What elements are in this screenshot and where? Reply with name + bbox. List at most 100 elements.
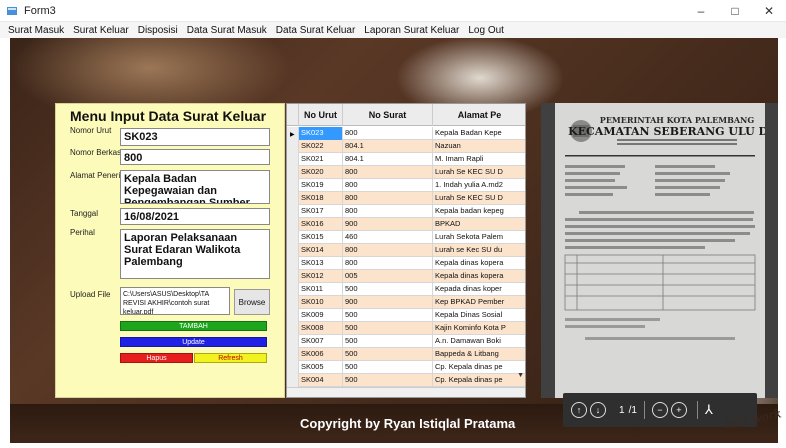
table-cell[interactable]: Lurah Se KEC SU D bbox=[433, 192, 525, 205]
table-row[interactable]: SK019 800 1. Indah yulia A.md2 bbox=[287, 179, 525, 192]
table-cell[interactable]: 800 bbox=[343, 257, 433, 270]
table-cell[interactable]: 800 bbox=[343, 127, 433, 140]
table-cell[interactable]: Lurah se Kec SU du bbox=[433, 244, 525, 257]
table-row[interactable]: SK018 800 Lurah Se KEC SU D bbox=[287, 192, 525, 205]
browse-button[interactable]: Browse bbox=[234, 289, 270, 315]
table-cell[interactable]: Kepala badan kepeg bbox=[433, 205, 525, 218]
table-cell[interactable]: 500 bbox=[343, 335, 433, 348]
table-cell[interactable]: Cp. Kepala dinas pe bbox=[433, 361, 525, 374]
row-header-cell[interactable] bbox=[287, 309, 299, 322]
table-cell[interactable]: 900 bbox=[343, 296, 433, 309]
table-cell[interactable]: Lurah Sekota Palem bbox=[433, 231, 525, 244]
row-header-cell[interactable] bbox=[287, 166, 299, 179]
table-row[interactable]: SK011 500 Kepada dinas koper bbox=[287, 283, 525, 296]
table-cell[interactable]: 500 bbox=[343, 361, 433, 374]
close-button[interactable]: ✕ bbox=[752, 0, 786, 22]
tambah-button[interactable]: TAMBAH bbox=[120, 321, 267, 331]
row-header-cell[interactable] bbox=[287, 361, 299, 374]
table-cell[interactable]: 500 bbox=[343, 283, 433, 296]
menu-disposisi[interactable]: Disposisi bbox=[138, 25, 178, 36]
table-cell[interactable]: 800 bbox=[343, 166, 433, 179]
row-header-cell[interactable] bbox=[287, 231, 299, 244]
column-header-no-surat[interactable]: No Surat bbox=[343, 104, 433, 126]
table-cell[interactable]: SK013 bbox=[299, 257, 343, 270]
row-header-cell[interactable] bbox=[287, 283, 299, 296]
table-row[interactable]: SK017 800 Kepala badan kepeg bbox=[287, 205, 525, 218]
table-cell[interactable]: 500 bbox=[343, 348, 433, 361]
table-cell[interactable]: Lurah Se KEC SU D bbox=[433, 166, 525, 179]
update-button[interactable]: Update bbox=[120, 337, 267, 347]
row-header-cell[interactable] bbox=[287, 322, 299, 335]
table-row[interactable]: SK010 900 Kep BPKAD Pember bbox=[287, 296, 525, 309]
table-row[interactable]: SK013 800 Kepala dinas kopera bbox=[287, 257, 525, 270]
row-header-cell[interactable] bbox=[287, 296, 299, 309]
table-row[interactable]: SK014 800 Lurah se Kec SU du bbox=[287, 244, 525, 257]
alamat-penerima-field[interactable]: Kepala Badan Kepegawaian dan Pengembanga… bbox=[120, 170, 270, 204]
table-cell[interactable]: SK009 bbox=[299, 309, 343, 322]
table-cell[interactable]: Cp. Kepala dinas pe bbox=[433, 374, 525, 387]
menu-surat-keluar[interactable]: Surat Keluar bbox=[73, 25, 129, 36]
menu-surat-masuk[interactable]: Surat Masuk bbox=[8, 25, 64, 36]
table-cell[interactable]: Kepala dinas kopera bbox=[433, 257, 525, 270]
table-cell[interactable]: SK015 bbox=[299, 231, 343, 244]
table-row[interactable]: SK007 500 A.n. Damawan Boki bbox=[287, 335, 525, 348]
page-up-icon[interactable]: ↑ bbox=[571, 402, 587, 418]
table-cell[interactable]: A.n. Damawan Boki bbox=[433, 335, 525, 348]
surat-keluar-table[interactable]: No Urut No Surat Alamat Pe ▶ SK023 800 Kepa… bbox=[286, 103, 526, 398]
column-header-alamat[interactable]: Alamat Pe bbox=[433, 104, 525, 126]
row-header-cell[interactable] bbox=[287, 257, 299, 270]
table-cell[interactable]: Kep BPKAD Pember bbox=[433, 296, 525, 309]
acrobat-sign-icon[interactable]: ⅄ bbox=[705, 402, 713, 418]
table-row[interactable]: SK006 500 Bappeda & Litbang bbox=[287, 348, 525, 361]
row-header-cell[interactable] bbox=[287, 374, 299, 387]
row-header-cell[interactable] bbox=[287, 218, 299, 231]
table-cell[interactable]: SK014 bbox=[299, 244, 343, 257]
table-cell[interactable]: SK019 bbox=[299, 179, 343, 192]
horizontal-scrollbar[interactable] bbox=[287, 387, 525, 397]
table-row[interactable]: SK004 500 Cp. Kepala dinas pe bbox=[287, 374, 525, 387]
table-cell[interactable]: SK022 bbox=[299, 140, 343, 153]
row-header-cell[interactable] bbox=[287, 244, 299, 257]
zoom-in-icon[interactable]: + bbox=[670, 402, 687, 418]
table-cell[interactable]: 800 bbox=[343, 179, 433, 192]
table-row[interactable]: SK005 500 Cp. Kepala dinas pe bbox=[287, 361, 525, 374]
table-cell[interactable]: SK010 bbox=[299, 296, 343, 309]
table-cell[interactable]: 500 bbox=[343, 374, 433, 387]
table-cell[interactable]: 800 bbox=[343, 244, 433, 257]
table-cell[interactable]: SK011 bbox=[299, 283, 343, 296]
table-cell[interactable]: SK020 bbox=[299, 166, 343, 179]
minimize-button[interactable]: – bbox=[684, 0, 718, 22]
table-cell[interactable]: Kepada dinas koper bbox=[433, 283, 525, 296]
menu-laporan-surat-keluar[interactable]: Laporan Surat Keluar bbox=[364, 25, 459, 36]
maximize-button[interactable]: □ bbox=[718, 0, 752, 22]
table-cell[interactable]: Bappeda & Litbang bbox=[433, 348, 525, 361]
table-cell[interactable]: Kepala dinas kopera bbox=[433, 270, 525, 283]
row-header-cell[interactable] bbox=[287, 348, 299, 361]
nomor-urut-field[interactable]: SK023 bbox=[120, 128, 270, 146]
row-header-cell[interactable]: ▶ bbox=[287, 127, 299, 140]
page-down-icon[interactable]: ↓ bbox=[590, 402, 606, 418]
row-header-cell[interactable] bbox=[287, 179, 299, 192]
page-current[interactable]: 1 bbox=[619, 405, 625, 416]
table-cell[interactable]: 460 bbox=[343, 231, 433, 244]
table-cell[interactable]: SK017 bbox=[299, 205, 343, 218]
table-cell[interactable]: BPKAD bbox=[433, 218, 525, 231]
table-cell[interactable]: 500 bbox=[343, 309, 433, 322]
table-cell[interactable]: SK016 bbox=[299, 218, 343, 231]
nomor-berkas-field[interactable]: 800 bbox=[120, 149, 270, 165]
table-cell[interactable]: M. Imam Rapli bbox=[433, 153, 525, 166]
table-cell[interactable]: SK021 bbox=[299, 153, 343, 166]
table-cell[interactable]: SK018 bbox=[299, 192, 343, 205]
row-header-cell[interactable] bbox=[287, 192, 299, 205]
table-row[interactable]: SK016 900 BPKAD bbox=[287, 218, 525, 231]
table-cell[interactable]: 005 bbox=[343, 270, 433, 283]
table-cell[interactable]: SK007 bbox=[299, 335, 343, 348]
row-header-cell[interactable] bbox=[287, 153, 299, 166]
menu-log-out[interactable]: Log Out bbox=[468, 25, 504, 36]
table-cell[interactable]: 800 bbox=[343, 205, 433, 218]
table-cell[interactable]: SK004 bbox=[299, 374, 343, 387]
tanggal-field[interactable]: 16/08/2021 bbox=[120, 208, 270, 225]
table-row[interactable]: ▶ SK023 800 Kepala Badan Kepe bbox=[287, 127, 525, 140]
table-cell[interactable]: 1. Indah yulia A.md2 bbox=[433, 179, 525, 192]
refresh-button[interactable]: Refresh bbox=[194, 353, 267, 363]
